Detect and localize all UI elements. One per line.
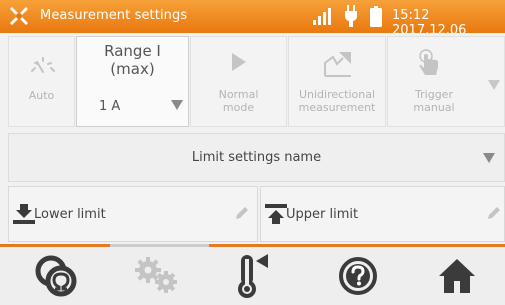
range-title-line2: (max) bbox=[110, 60, 155, 78]
direction-tile[interactable]: Unidirectional measurement bbox=[288, 36, 386, 127]
trigger-tile[interactable]: Trigger manual bbox=[387, 36, 505, 127]
gauge-icon bbox=[31, 57, 55, 73]
home-icon bbox=[439, 259, 475, 293]
chevron-down-icon bbox=[488, 80, 500, 90]
upper-limit-icon bbox=[265, 204, 287, 224]
auto-range-tile[interactable]: Auto bbox=[8, 36, 75, 127]
measurement-function-button[interactable] bbox=[27, 250, 87, 302]
upper-limit-label: Upper limit bbox=[286, 207, 359, 222]
power-plug-icon bbox=[345, 5, 357, 27]
help-button[interactable] bbox=[328, 250, 388, 302]
battery-icon bbox=[370, 6, 382, 27]
lower-limit-label: Lower limit bbox=[34, 207, 106, 222]
trigger-line1: Trigger bbox=[415, 88, 453, 101]
trigger-label: Trigger manual bbox=[388, 88, 480, 114]
lower-limit-button[interactable]: Lower limit bbox=[8, 186, 258, 242]
window-title: Measurement settings bbox=[40, 8, 188, 23]
limit-settings-name-label: Limit settings name bbox=[191, 150, 322, 165]
unidirectional-label: Unidirectional measurement bbox=[289, 88, 385, 114]
signal-icon bbox=[313, 8, 331, 25]
normal-mode-line2: mode bbox=[222, 101, 255, 114]
normal-mode-line1: Normal bbox=[218, 88, 259, 101]
unidirectional-arrow-icon bbox=[324, 52, 351, 77]
bottom-toolbar bbox=[0, 247, 505, 305]
auto-label: Auto bbox=[28, 89, 55, 102]
clock: 15:12 2017.12.06 bbox=[392, 8, 467, 38]
lower-limit-icon bbox=[13, 204, 35, 224]
pencil-icon bbox=[236, 207, 248, 219]
chevron-down-icon bbox=[171, 100, 183, 110]
mode-tile[interactable]: Normal mode bbox=[190, 36, 287, 127]
touch-hand-icon bbox=[419, 49, 438, 75]
temperature-button[interactable] bbox=[223, 250, 283, 302]
measurement-settings-icon bbox=[10, 7, 28, 25]
range-title-line1: Range I bbox=[104, 42, 161, 60]
range-value: 1 A bbox=[99, 99, 121, 114]
unidirectional-line1: Unidirectional bbox=[298, 88, 376, 101]
trigger-line2: manual bbox=[413, 101, 455, 114]
help-icon bbox=[339, 257, 377, 295]
range-selector-tile[interactable]: Range I (max) 1 A bbox=[76, 36, 189, 127]
play-icon bbox=[232, 53, 246, 71]
upper-limit-button[interactable]: Upper limit bbox=[260, 186, 505, 242]
chevron-down-icon bbox=[483, 153, 495, 163]
home-button[interactable] bbox=[427, 250, 487, 302]
temperature-icon bbox=[238, 254, 268, 298]
normal-mode-label: Normal mode bbox=[191, 88, 286, 114]
range-title: Range I (max) bbox=[77, 42, 188, 78]
pencil-icon bbox=[488, 207, 500, 219]
measurement-function-icon bbox=[35, 255, 77, 297]
limit-settings-name-select[interactable]: Limit settings name bbox=[8, 133, 505, 182]
settings-gears-icon bbox=[135, 257, 177, 293]
screen: Measurement settings 15:12 2017.12.06 Au… bbox=[0, 0, 505, 305]
settings-button bbox=[126, 250, 186, 302]
status-bar: Measurement settings 15:12 2017.12.06 bbox=[0, 0, 505, 38]
unidirectional-line2: measurement bbox=[298, 101, 376, 114]
